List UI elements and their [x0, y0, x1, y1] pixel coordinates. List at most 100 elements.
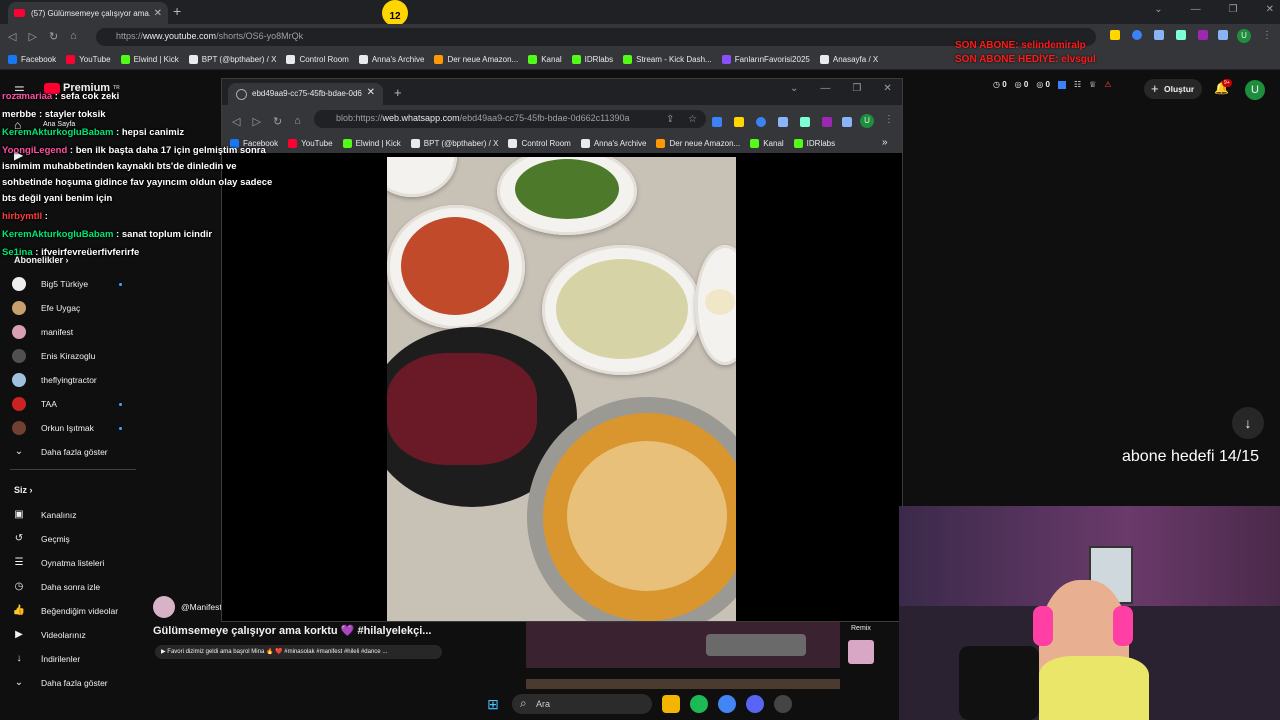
extension-icon[interactable]: [1198, 30, 1208, 40]
menu-icon[interactable]: ⋮: [1262, 30, 1272, 41]
subscription-item[interactable]: theflyingtractor: [12, 369, 122, 391]
minimize-icon[interactable]: —: [820, 83, 830, 94]
next-short-button[interactable]: ↓: [1232, 407, 1264, 439]
extension-icon[interactable]: [712, 117, 722, 127]
bookmark-item[interactable]: Kanal: [750, 138, 784, 148]
bookmark-item[interactable]: BPT (@bpthaber) / X: [410, 138, 498, 148]
remix-label[interactable]: Remix: [851, 625, 871, 632]
youtube-avatar[interactable]: U: [1245, 80, 1265, 100]
extension-icon[interactable]: [822, 117, 832, 127]
bookmark-item[interactable]: YouTube: [288, 138, 333, 148]
chevron-down-icon[interactable]: ⌄: [1154, 4, 1162, 15]
sidepanel-icon[interactable]: [1218, 30, 1228, 40]
extension-icon[interactable]: [756, 117, 766, 127]
bookmark-item[interactable]: YouTube: [66, 55, 111, 64]
close-window-icon[interactable]: ✕: [1266, 4, 1274, 15]
subscription-item[interactable]: Orkun Işıtmak: [12, 417, 122, 439]
close-tab-icon[interactable]: ✕: [154, 8, 162, 19]
puzzle-icon[interactable]: [1154, 30, 1164, 40]
extension-icon[interactable]: [1176, 30, 1186, 40]
bookmark-item[interactable]: Der neue Amazon...: [656, 138, 740, 148]
subscription-item[interactable]: Big5 Türkiye: [12, 273, 122, 295]
popup-url-bar[interactable]: blob:https://web.whatsapp.com/ebd49aa9-c…: [314, 110, 706, 128]
bookmark-item[interactable]: Facebook: [8, 55, 56, 64]
obs-icon[interactable]: [774, 695, 792, 713]
channel-name[interactable]: @Manifest: [181, 602, 222, 612]
extension-icon[interactable]: [1057, 80, 1066, 89]
bookmark-icon[interactable]: ☆: [688, 114, 697, 125]
popup-profile-avatar[interactable]: U: [860, 114, 874, 128]
discord-icon[interactable]: [746, 695, 764, 713]
you-item[interactable]: 👍 Beğendiğim videolar: [12, 600, 118, 622]
bookmark-item[interactable]: Stream - Kick Dash...: [623, 55, 712, 64]
home-icon[interactable]: ⌂: [70, 30, 77, 43]
related-short-thumbnail[interactable]: [526, 679, 840, 689]
menu-icon[interactable]: ⋮: [884, 114, 894, 125]
puzzle-icon[interactable]: [778, 117, 788, 127]
grid-icon[interactable]: ☷: [1074, 80, 1081, 89]
short-channel[interactable]: @Manifest: [153, 596, 222, 618]
trophy-icon[interactable]: ♕: [1089, 80, 1096, 89]
bookmark-item[interactable]: BPT (@bpthaber) / X: [188, 55, 276, 64]
close-tab-icon[interactable]: ✕: [367, 87, 375, 98]
new-tab-button[interactable]: +: [173, 3, 181, 19]
maximize-icon[interactable]: ❐: [1229, 4, 1238, 15]
new-tab-button[interactable]: +: [394, 85, 402, 100]
subscription-item[interactable]: Enis Kirazoglu: [12, 345, 122, 367]
you-item[interactable]: ▶ Videolarınız: [12, 624, 86, 646]
extension-icon[interactable]: [800, 117, 810, 127]
minimize-icon[interactable]: —: [1191, 4, 1201, 15]
subscription-item[interactable]: manifest: [12, 321, 122, 343]
spotify-icon[interactable]: [690, 695, 708, 713]
share-icon[interactable]: ⇪: [666, 114, 674, 125]
channel-avatar[interactable]: [153, 596, 175, 618]
back-icon[interactable]: ◁: [8, 30, 16, 43]
extension-icon[interactable]: [734, 117, 744, 127]
more-bookmarks-icon[interactable]: »: [882, 137, 888, 148]
bookmark-item[interactable]: IDRlabs: [793, 138, 835, 148]
subscription-item[interactable]: Efe Uygaç: [12, 297, 122, 319]
bookmark-item[interactable]: Control Room: [508, 138, 571, 148]
music-pill[interactable]: ▶ Favori dizimiz geldi ama başrol Mina 🔥…: [155, 645, 442, 659]
chrome-icon[interactable]: [718, 695, 736, 713]
file-explorer-icon[interactable]: [662, 695, 680, 713]
home-icon[interactable]: ⌂: [294, 115, 301, 128]
you-section-title[interactable]: Siz ›: [14, 485, 33, 495]
close-window-icon[interactable]: ✕: [883, 83, 891, 94]
bookmark-item[interactable]: Control Room: [286, 55, 349, 64]
bookmark-item[interactable]: Anna's Archive: [358, 55, 424, 64]
browser-tab-youtube[interactable]: (57) Gülümsemeye çalışıyor ama... ✕: [8, 2, 168, 24]
forward-icon[interactable]: ▷: [28, 30, 36, 43]
bookmark-item[interactable]: Elwind | Kick: [120, 55, 179, 64]
show-more-subscriptions[interactable]: ⌄ Daha fazla göster: [12, 441, 108, 463]
url-bar[interactable]: https://www.youtube.com/shorts/OS6-yo8Mr…: [96, 28, 1096, 46]
extension-icon[interactable]: [1110, 30, 1120, 40]
you-item[interactable]: ↓ İndirilenler: [12, 648, 81, 670]
reload-icon[interactable]: ↻: [49, 30, 58, 43]
profile-avatar[interactable]: U: [1237, 29, 1251, 43]
bookmark-item[interactable]: FanlarınFavorisi2025: [721, 55, 810, 64]
short-title[interactable]: Gülümsemeye çalışıyor ama korktu 💜 #hila…: [153, 624, 431, 637]
bookmark-item[interactable]: Elwind | Kick: [342, 138, 401, 148]
bookmark-item[interactable]: Der neue Amazon...: [434, 55, 518, 64]
bookmark-item[interactable]: IDRlabs: [571, 55, 613, 64]
chevron-down-icon[interactable]: ⌄: [790, 83, 798, 94]
subscription-item[interactable]: TAA: [12, 393, 122, 415]
windows-start-icon[interactable]: ⊞: [484, 695, 502, 713]
related-short-thumbnail[interactable]: [526, 622, 840, 668]
you-item[interactable]: ▣ Kanalınız: [12, 504, 76, 526]
bookmark-item[interactable]: Kanal: [528, 55, 562, 64]
create-button[interactable]: Oluştur: [1144, 79, 1202, 99]
sidepanel-icon[interactable]: [842, 117, 852, 127]
extension-icon[interactable]: [1132, 30, 1142, 40]
maximize-icon[interactable]: ❐: [852, 83, 861, 94]
bookmark-item[interactable]: Anasayfa / X: [819, 55, 878, 64]
taskbar-search[interactable]: Ara: [512, 694, 652, 714]
you-item[interactable]: ⌄ Daha fazla göster: [12, 672, 108, 694]
you-item[interactable]: ↺ Geçmiş: [12, 528, 70, 550]
you-item[interactable]: ☰ Oynatma listeleri: [12, 552, 105, 574]
you-item[interactable]: ◷ Daha sonra izle: [12, 576, 100, 598]
remix-thumbnail[interactable]: [848, 640, 874, 664]
alert-icon[interactable]: ⚠: [1104, 80, 1111, 89]
bookmark-item[interactable]: Anna's Archive: [580, 138, 646, 148]
